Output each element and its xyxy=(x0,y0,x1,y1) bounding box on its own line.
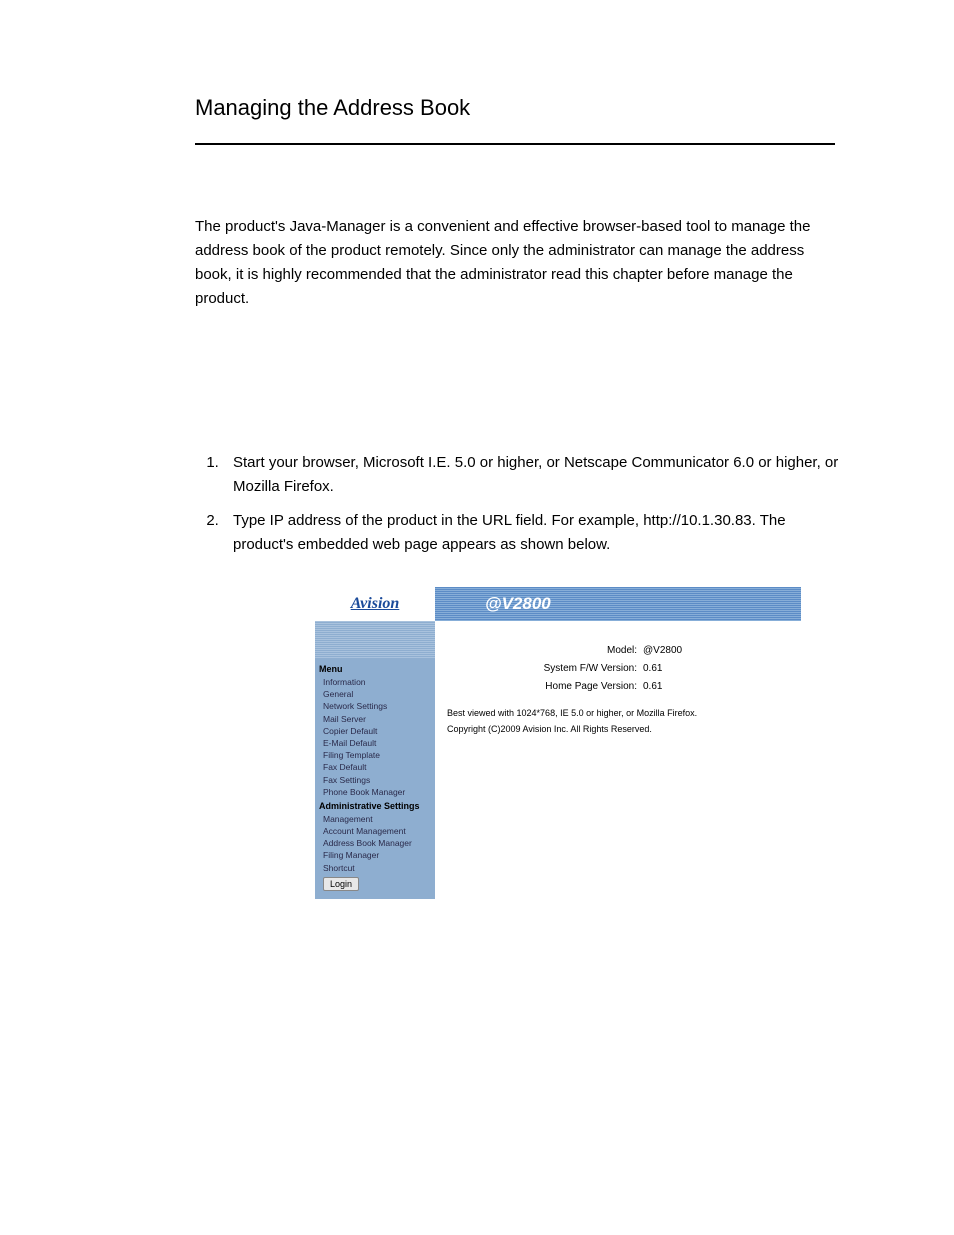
menu-item-fax-default[interactable]: Fax Default xyxy=(319,761,431,773)
embedded-webpage-screenshot: Avision @V2800 Menu Information General … xyxy=(315,587,801,899)
menu-item-general[interactable]: General xyxy=(319,688,431,700)
webpage-sidebar: Menu Information General Network Setting… xyxy=(315,621,435,899)
title-rule xyxy=(195,143,835,145)
copyright-text: Copyright (C)2009 Avision Inc. All Right… xyxy=(447,724,789,734)
page-title: Managing the Address Book xyxy=(195,95,844,121)
webpage-logo-box: Avision xyxy=(315,587,435,621)
info-label: System F/W Version: xyxy=(447,663,643,674)
sidebar-header-stripes xyxy=(315,621,435,659)
step-item: Type IP address of the product in the UR… xyxy=(223,509,843,557)
menu-item-phone-book-manager[interactable]: Phone Book Manager xyxy=(319,786,431,798)
webpage-header: Avision @V2800 xyxy=(315,587,801,621)
product-model-title: @V2800 xyxy=(485,594,551,614)
info-row-homepage: Home Page Version: 0.61 xyxy=(447,681,789,692)
info-label: Model: xyxy=(447,645,643,656)
menu-item-information[interactable]: Information xyxy=(319,676,431,688)
menu-item-copier-default[interactable]: Copier Default xyxy=(319,725,431,737)
steps-list: Start your browser, Microsoft I.E. 5.0 o… xyxy=(195,451,843,557)
menu-section: Menu Information General Network Setting… xyxy=(315,659,435,899)
best-viewed-note: Best viewed with 1024*768, IE 5.0 or hig… xyxy=(447,708,789,718)
menu-item-fax-settings[interactable]: Fax Settings xyxy=(319,774,431,786)
info-row-firmware: System F/W Version: 0.61 xyxy=(447,663,789,674)
avision-logo: Avision xyxy=(351,595,400,613)
webpage-title-box: @V2800 xyxy=(435,587,801,621)
info-row-model: Model: @V2800 xyxy=(447,645,789,656)
webpage-body: Menu Information General Network Setting… xyxy=(315,621,801,899)
intro-paragraph: The product's Java-Manager is a convenie… xyxy=(195,215,835,311)
menu-item-account-management[interactable]: Account Management xyxy=(319,825,431,837)
info-value: 0.61 xyxy=(643,681,789,692)
step-item: Start your browser, Microsoft I.E. 5.0 o… xyxy=(223,451,843,499)
menu-item-filing-manager[interactable]: Filing Manager xyxy=(319,849,431,861)
info-value: 0.61 xyxy=(643,663,789,674)
menu-item-shortcut[interactable]: Shortcut xyxy=(319,862,431,874)
login-button[interactable]: Login xyxy=(323,877,359,891)
info-label: Home Page Version: xyxy=(447,681,643,692)
menu-item-email-default[interactable]: E-Mail Default xyxy=(319,737,431,749)
webpage-content: Model: @V2800 System F/W Version: 0.61 H… xyxy=(435,621,801,899)
menu-item-filing-template[interactable]: Filing Template xyxy=(319,749,431,761)
menu-item-address-book-manager[interactable]: Address Book Manager xyxy=(319,837,431,849)
document-page: Managing the Address Book The product's … xyxy=(0,0,954,959)
menu-item-management[interactable]: Management xyxy=(319,813,431,825)
menu-item-mail-server[interactable]: Mail Server xyxy=(319,713,431,725)
info-value: @V2800 xyxy=(643,645,789,656)
admin-settings-heading: Administrative Settings xyxy=(319,798,431,813)
menu-item-network-settings[interactable]: Network Settings xyxy=(319,700,431,712)
menu-heading: Menu xyxy=(319,661,431,676)
